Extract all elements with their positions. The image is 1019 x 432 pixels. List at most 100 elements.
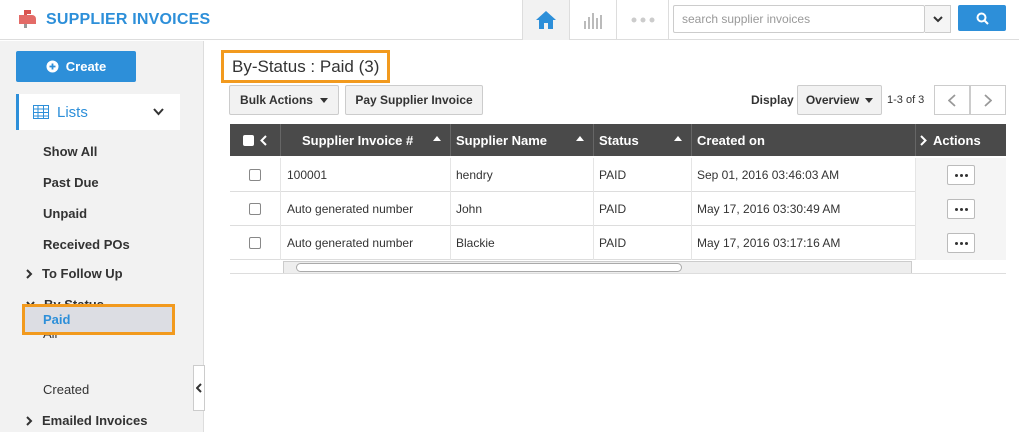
lists-label: Lists bbox=[57, 103, 88, 121]
invoice-number-cell: Auto generated number bbox=[281, 192, 451, 226]
table-bottom-border bbox=[230, 273, 1006, 274]
chevron-right-icon bbox=[984, 93, 992, 107]
row-more-button[interactable] bbox=[947, 199, 975, 219]
chevron-right-icon bbox=[26, 268, 33, 279]
sidebar-item-label: Paid bbox=[43, 312, 71, 327]
sidebar: Create Lists Show All Past Due Unpaid Re… bbox=[0, 41, 204, 432]
next-page-button[interactable] bbox=[970, 85, 1006, 115]
supplier-name-cell: hendry bbox=[451, 158, 594, 192]
column-header-created-on[interactable]: Created on bbox=[692, 124, 916, 156]
invoice-number-cell: 100001 bbox=[281, 158, 451, 192]
row-checkbox[interactable] bbox=[249, 203, 261, 215]
column-header-label: Status bbox=[599, 132, 639, 148]
column-header-actions[interactable]: Actions bbox=[916, 124, 1006, 156]
reports-button[interactable] bbox=[569, 0, 616, 40]
chevron-down-icon bbox=[153, 108, 164, 116]
search-input[interactable] bbox=[673, 5, 925, 33]
table-row[interactable]: Auto generated number John PAID May 17, … bbox=[230, 192, 1006, 226]
column-header-label: Actions bbox=[933, 132, 981, 148]
created-on-cell: May 17, 2016 03:17:16 AM bbox=[692, 226, 916, 260]
table-header: Supplier Invoice # Supplier Name Status … bbox=[230, 124, 1006, 156]
more-apps-button[interactable] bbox=[616, 0, 668, 40]
bar-chart-icon bbox=[584, 13, 602, 29]
display-select[interactable]: Overview bbox=[797, 85, 882, 115]
brand: SUPPLIER INVOICES bbox=[16, 8, 210, 31]
column-header-label: Supplier Name bbox=[456, 132, 548, 148]
sidebar-item-past-due[interactable]: Past Due bbox=[43, 175, 99, 190]
sidebar-collapse-button[interactable] bbox=[193, 365, 205, 411]
top-nav bbox=[522, 0, 669, 40]
table-row[interactable]: Auto generated number Blackie PAID May 1… bbox=[230, 226, 1006, 260]
home-button[interactable] bbox=[522, 0, 569, 40]
column-header-supplier-name[interactable]: Supplier Name bbox=[451, 124, 594, 156]
chevron-down-icon bbox=[932, 15, 943, 22]
caret-down-icon bbox=[865, 97, 874, 103]
chevron-left-icon[interactable] bbox=[260, 134, 267, 146]
chevron-right-icon bbox=[26, 415, 33, 426]
column-header-status[interactable]: Status bbox=[594, 124, 692, 156]
bulk-actions-button[interactable]: Bulk Actions bbox=[229, 85, 339, 115]
status-cell: PAID bbox=[594, 226, 692, 260]
column-header-label: Supplier Invoice # bbox=[302, 132, 414, 148]
chevron-left-icon bbox=[948, 93, 956, 107]
pay-supplier-invoice-button[interactable]: Pay Supplier Invoice bbox=[345, 85, 483, 115]
app-header: SUPPLIER INVOICES bbox=[0, 0, 1019, 40]
row-checkbox[interactable] bbox=[249, 237, 261, 249]
supplier-name-cell: Blackie bbox=[451, 226, 594, 260]
select-all-checkbox[interactable] bbox=[243, 134, 254, 146]
invoice-number-cell: Auto generated number bbox=[281, 226, 451, 260]
row-select-cell bbox=[230, 158, 281, 192]
status-cell: PAID bbox=[594, 158, 692, 192]
actions-cell bbox=[916, 158, 1006, 192]
create-button[interactable]: Create bbox=[16, 51, 136, 82]
prev-page-button[interactable] bbox=[934, 85, 970, 115]
bulk-actions-label: Bulk Actions bbox=[240, 93, 313, 107]
sidebar-group-label: To Follow Up bbox=[42, 266, 123, 281]
column-header-invoice-number[interactable]: Supplier Invoice # bbox=[281, 124, 451, 156]
column-header-label: Created on bbox=[697, 132, 765, 148]
table-icon bbox=[33, 105, 49, 119]
search-button[interactable] bbox=[958, 5, 1006, 31]
home-icon bbox=[536, 11, 556, 29]
sort-asc-icon bbox=[576, 136, 584, 141]
sidebar-group-emailed-invoices[interactable]: Emailed Invoices bbox=[26, 413, 148, 428]
sort-asc-icon bbox=[674, 136, 682, 141]
sidebar-item-paid[interactable]: Paid bbox=[22, 304, 175, 335]
status-cell: PAID bbox=[594, 192, 692, 226]
lists-toggle[interactable]: Lists bbox=[16, 94, 180, 130]
sort-asc-icon bbox=[433, 136, 441, 141]
select-all-header bbox=[230, 124, 281, 156]
search-filter-dropdown[interactable] bbox=[925, 5, 951, 33]
sidebar-item-created[interactable]: Created bbox=[43, 382, 89, 397]
display-select-value: Overview bbox=[805, 93, 860, 107]
sidebar-group-to-follow-up[interactable]: To Follow Up bbox=[26, 266, 123, 281]
created-on-cell: May 17, 2016 03:30:49 AM bbox=[692, 192, 916, 226]
plus-circle-icon bbox=[46, 60, 59, 73]
sidebar-item-show-all[interactable]: Show All bbox=[43, 144, 97, 159]
search-icon bbox=[976, 12, 989, 25]
actions-cell bbox=[916, 226, 1006, 260]
row-select-cell bbox=[230, 192, 281, 226]
row-more-button[interactable] bbox=[947, 165, 975, 185]
actions-cell bbox=[916, 192, 1006, 226]
display-label: Display bbox=[751, 93, 794, 107]
sidebar-item-received-pos[interactable]: Received POs bbox=[43, 237, 130, 252]
app-title: SUPPLIER INVOICES bbox=[46, 10, 211, 28]
caret-down-icon bbox=[319, 97, 328, 103]
chevron-left-icon bbox=[196, 383, 202, 393]
sidebar-group-label: Emailed Invoices bbox=[42, 413, 148, 428]
page-title: By-Status : Paid (3) bbox=[221, 50, 391, 83]
mailbox-icon bbox=[16, 8, 38, 31]
pay-supplier-invoice-label: Pay Supplier Invoice bbox=[355, 93, 473, 107]
row-more-button[interactable] bbox=[947, 233, 975, 253]
create-button-label: Create bbox=[65, 59, 107, 74]
row-checkbox[interactable] bbox=[249, 169, 261, 181]
chevron-right-icon bbox=[920, 134, 927, 146]
row-select-cell bbox=[230, 226, 281, 260]
pagination-range: 1-3 of 3 bbox=[887, 94, 925, 106]
sidebar-item-unpaid[interactable]: Unpaid bbox=[43, 206, 87, 221]
scrollbar-thumb[interactable] bbox=[296, 263, 682, 272]
supplier-name-cell: John bbox=[451, 192, 594, 226]
nav-divider bbox=[668, 0, 669, 40]
table-row[interactable]: 100001 hendry PAID Sep 01, 2016 03:46:03… bbox=[230, 158, 1006, 192]
